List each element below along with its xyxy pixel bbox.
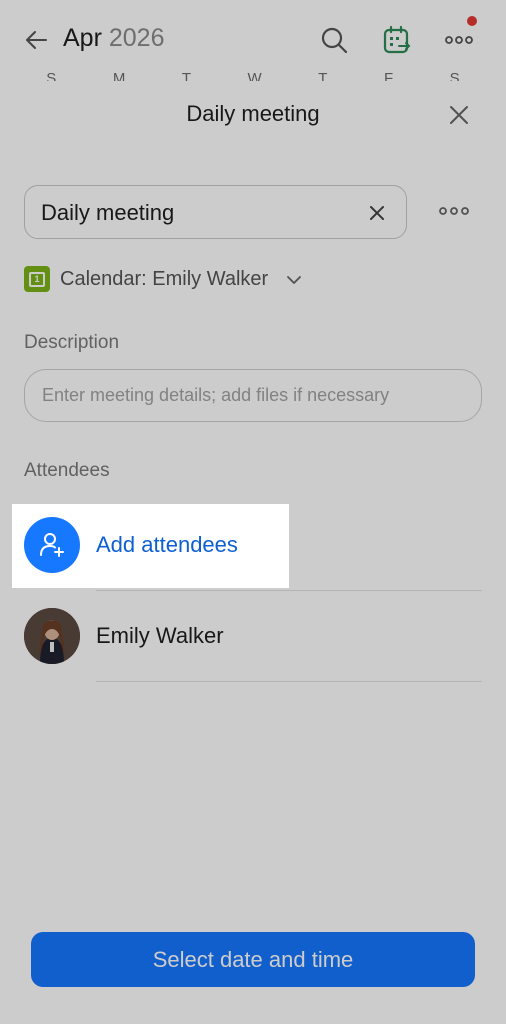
highlight-spotlight [12, 504, 289, 588]
dim-overlay [0, 588, 506, 1024]
screen: Apr 2026 S M T W T F S Daily meeting Dai… [0, 0, 506, 1024]
dim-overlay [0, 504, 12, 588]
dim-overlay [289, 504, 506, 588]
dim-overlay [0, 0, 506, 504]
